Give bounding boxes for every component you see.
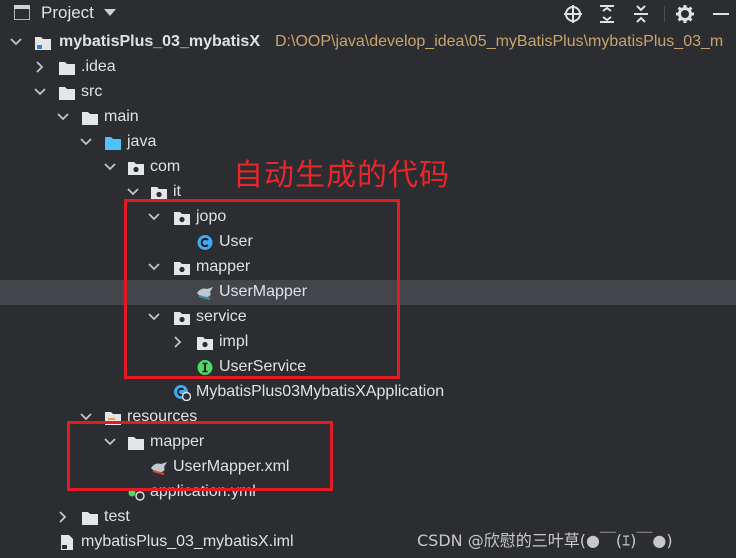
tree-item-label: mybatisPlus_03_mybatisX: [59, 33, 260, 50]
project-view-title[interactable]: Project: [41, 3, 94, 23]
package-icon: [128, 162, 144, 175]
tree-item-label: src: [81, 83, 103, 100]
folder-icon: [59, 62, 75, 75]
gear-icon[interactable]: [675, 4, 695, 24]
annotation-box-generated-code: [124, 199, 400, 379]
tree-item-label: mybatisPlus_03_mybatisX.iml: [81, 533, 294, 550]
annotation-box-mapper-xml: [67, 421, 333, 491]
chevron-right-icon[interactable]: [34, 61, 46, 73]
tree-item-label: .idea: [81, 58, 116, 75]
source-folder-icon: [105, 137, 121, 150]
chevron-down-icon[interactable]: [80, 136, 92, 148]
module-file-icon: [61, 535, 73, 550]
chevron-down-icon[interactable]: [104, 161, 116, 173]
project-icon: [14, 5, 30, 20]
tree-item-project-root[interactable]: mybatisPlus_03_mybatisX D:\OOP\java\deve…: [0, 30, 736, 55]
folder-icon: [59, 87, 75, 100]
header-separator: [664, 6, 665, 22]
expand-all-icon[interactable]: [597, 4, 617, 24]
tree-item-idea[interactable]: .idea: [0, 55, 736, 80]
project-path: D:\OOP\java\develop_idea\05_myBatisPlus\…: [275, 33, 724, 50]
annotation-text: 自动生成的代码: [233, 158, 450, 193]
tree-item-src[interactable]: src: [0, 80, 736, 105]
tree-item-application-class[interactable]: MybatisPlus03MybatisXApplication: [0, 380, 736, 405]
watermark: CSDN @欣慰的三叶草(●￣(ｴ)￣●): [417, 531, 673, 550]
collapse-all-icon[interactable]: [631, 4, 651, 24]
crosshair-icon[interactable]: [563, 4, 583, 24]
spring-boot-class-icon: [174, 385, 191, 401]
tree-item-main[interactable]: main: [0, 105, 736, 130]
tree-item-label: MybatisPlus03MybatisXApplication: [196, 383, 445, 400]
chevron-right-icon[interactable]: [57, 511, 69, 523]
folder-icon: [82, 112, 98, 125]
module-folder-icon: [35, 37, 51, 50]
tree-item-label: test: [104, 508, 130, 525]
chevron-down-icon[interactable]: [10, 36, 22, 48]
chevron-down-icon[interactable]: [34, 86, 46, 98]
project-tool-window-header: Project: [0, 0, 736, 28]
tree-item-label: com: [150, 158, 181, 175]
folder-icon: [82, 512, 98, 525]
tree-item-label: java: [127, 133, 157, 150]
minimize-icon[interactable]: [710, 4, 730, 24]
chevron-down-icon[interactable]: [127, 186, 139, 198]
chevron-down-icon[interactable]: [57, 111, 69, 123]
chevron-down-icon[interactable]: [104, 9, 116, 17]
tree-item-label: main: [104, 108, 139, 125]
